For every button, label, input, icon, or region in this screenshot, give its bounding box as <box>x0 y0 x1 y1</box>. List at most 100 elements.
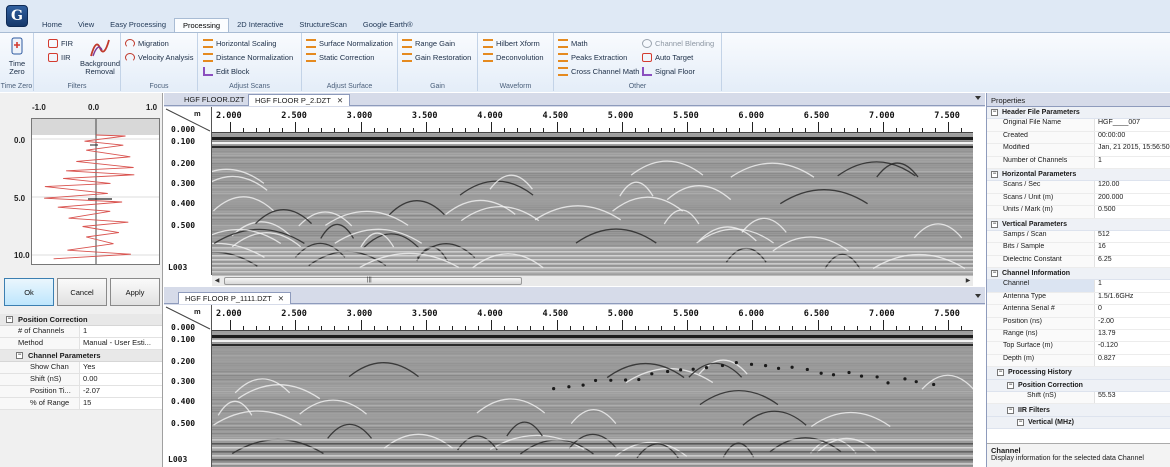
property-value[interactable]: 16 <box>1095 243 1170 254</box>
property-row[interactable]: Bits / Sample 16 <box>987 243 1170 256</box>
gain-restoration-button[interactable]: Gain Restoration <box>402 51 471 64</box>
tab-structurescan[interactable]: StructureScan <box>291 18 355 32</box>
property-value[interactable]: 13.79 <box>1095 330 1170 341</box>
collapse-icon[interactable]: − <box>991 171 998 179</box>
processing-history-category[interactable]: − Processing History <box>987 367 1170 380</box>
signal-floor-button[interactable]: Signal Floor <box>642 65 695 78</box>
ok-button[interactable]: Ok <box>4 278 54 306</box>
property-row[interactable]: Range (ns) 13.79 <box>987 330 1170 343</box>
channel-blending-button[interactable]: Channel Blending <box>642 37 714 50</box>
horizontal-scaling-button[interactable]: Horizontal Scaling <box>203 37 276 50</box>
collapse-icon[interactable]: − <box>991 109 998 117</box>
property-category[interactable]: − Vertical Parameters <box>987 218 1170 231</box>
property-category[interactable]: − Horizontal Parameters <box>987 168 1170 182</box>
collapse-icon[interactable]: − <box>16 352 23 359</box>
chevron-down-icon[interactable] <box>975 294 981 298</box>
property-value[interactable]: 0.500 <box>1095 206 1170 217</box>
property-value[interactable]: 1 <box>80 326 162 337</box>
property-row[interactable]: Position Ti... -2.07 <box>0 386 162 398</box>
property-value[interactable]: 00:00:00 <box>1095 132 1170 143</box>
property-row[interactable]: Antenna Type 1.5/1.6GHz <box>987 292 1170 306</box>
property-value[interactable]: Jan, 21 2015, 15:56:50 <box>1095 144 1170 155</box>
property-value[interactable]: HGF____007 <box>1095 119 1170 130</box>
tab-processing[interactable]: Processing <box>174 18 230 32</box>
edit-block-button[interactable]: Edit Block <box>203 65 249 78</box>
range-gain-button[interactable]: Range Gain <box>402 37 455 50</box>
property-row[interactable]: Position (ns) -2.00 <box>987 317 1170 331</box>
property-value[interactable]: 15 <box>80 398 162 409</box>
cross-channel-math-button[interactable]: Cross Channel Math <box>558 65 639 78</box>
vertical-category[interactable]: − Vertical (MHz) <box>987 416 1170 430</box>
tab-view[interactable]: View <box>70 18 102 32</box>
tab-hgf-floor[interactable]: HGF FLOOR.DZT <box>178 94 250 106</box>
hilbert-xform-button[interactable]: Hilbert Xform <box>483 37 540 50</box>
collapse-icon[interactable]: − <box>997 369 1004 377</box>
scrollbar-thumb[interactable]: ||| <box>224 277 522 285</box>
property-category[interactable]: − Channel Information <box>987 268 1170 281</box>
property-value[interactable]: 512 <box>1095 231 1170 242</box>
collapse-icon[interactable]: − <box>1007 406 1014 414</box>
property-value[interactable]: 0.827 <box>1095 355 1170 366</box>
property-value[interactable]: 120.00 <box>1095 181 1170 192</box>
property-value[interactable]: -2.07 <box>80 386 162 397</box>
distance-normalization-button[interactable]: Distance Normalization <box>203 51 293 64</box>
property-row[interactable]: Top Surface (m) -0.120 <box>987 342 1170 355</box>
close-icon[interactable]: ✕ <box>278 294 284 303</box>
tab-2d-interactive[interactable]: 2D Interactive <box>229 18 291 32</box>
peaks-extraction-button[interactable]: Peaks Extraction <box>558 51 627 64</box>
collapse-icon[interactable]: − <box>1017 418 1024 426</box>
property-row[interactable]: Created 00:00:00 <box>987 131 1170 145</box>
time-zero-button[interactable]: Time Zero <box>2 36 32 76</box>
radargram-image[interactable] <box>212 133 973 275</box>
property-row[interactable]: Modified Jan, 21 2015, 15:56:50 <box>987 144 1170 157</box>
property-value[interactable]: 200.000 <box>1095 194 1170 205</box>
scroll-right-icon[interactable]: ▶ <box>963 277 973 285</box>
property-row[interactable]: Samps / Scan 512 <box>987 230 1170 244</box>
horizontal-scrollbar[interactable]: ◀ ||| ▶ <box>212 275 973 286</box>
property-value[interactable]: 6.25 <box>1095 256 1170 267</box>
property-row[interactable]: Shift (nS) 0.00 <box>0 374 162 386</box>
background-removal-button[interactable]: Background Removal <box>80 36 120 76</box>
property-value[interactable]: 0 <box>1095 305 1170 316</box>
position-correction-category[interactable]: − Position Correction <box>987 379 1170 392</box>
auto-target-button[interactable]: Auto Target <box>642 51 693 64</box>
tab-easy-processing[interactable]: Easy Processing <box>102 18 174 32</box>
property-row[interactable]: # of Channels 1 <box>0 326 162 338</box>
shift-row[interactable]: Shift (nS) 55.53 <box>987 391 1170 405</box>
static-correction-button[interactable]: Static Correction <box>306 51 374 64</box>
oscilloscope-trace-view[interactable] <box>31 118 160 265</box>
property-row[interactable]: Depth (m) 0.827 <box>987 354 1170 368</box>
property-value[interactable]: 0.00 <box>80 374 162 385</box>
property-row[interactable]: Scans / Sec 120.00 <box>987 181 1170 194</box>
tab-home[interactable]: Home <box>34 18 70 32</box>
property-value[interactable]: Yes <box>80 362 162 373</box>
radargram-image[interactable] <box>212 331 973 467</box>
deconvolution-button[interactable]: Deconvolution <box>483 51 544 64</box>
collapse-icon[interactable]: − <box>1007 381 1014 389</box>
property-row[interactable]: Show Chan Yes <box>0 362 162 374</box>
close-icon[interactable]: ✕ <box>337 96 343 105</box>
property-row[interactable]: Scans / Unit (m) 200.000 <box>987 193 1170 207</box>
property-row[interactable]: % of Range 15 <box>0 398 162 410</box>
property-subcategory[interactable]: − Channel Parameters <box>0 350 162 362</box>
tab-hgf-floor-p1111[interactable]: HGF FLOOR P_1111.DZT ✕ <box>178 292 291 304</box>
property-value[interactable]: Manual - User Esti... <box>80 338 162 349</box>
property-value[interactable]: -0.120 <box>1095 342 1170 353</box>
property-value[interactable]: 1 <box>1095 157 1170 168</box>
property-value[interactable]: -2.00 <box>1095 318 1170 329</box>
math-button[interactable]: Math <box>558 37 588 50</box>
property-value[interactable]: 55.53 <box>1095 392 1170 403</box>
property-value[interactable]: 1 <box>1095 280 1170 291</box>
property-row[interactable]: Original File Name HGF____007 <box>987 119 1170 132</box>
tab-google-earth[interactable]: Google Earth® <box>355 18 421 32</box>
collapse-icon[interactable]: − <box>991 220 998 228</box>
property-row[interactable]: Number of Channels 1 <box>987 156 1170 169</box>
cancel-button[interactable]: Cancel <box>57 278 107 306</box>
velocity-analysis-button[interactable]: Velocity Analysis <box>125 51 193 64</box>
property-row[interactable]: Method Manual - User Esti... <box>0 338 162 350</box>
property-category[interactable]: − Header File Parameters <box>987 107 1170 120</box>
property-category[interactable]: − Position Correction <box>0 314 162 326</box>
tab-hgf-floor-p2[interactable]: HGF FLOOR P_2.DZT ✕ <box>248 94 351 106</box>
collapse-icon[interactable]: − <box>991 270 998 278</box>
surface-normalization-button[interactable]: Surface Normalization <box>306 37 393 50</box>
